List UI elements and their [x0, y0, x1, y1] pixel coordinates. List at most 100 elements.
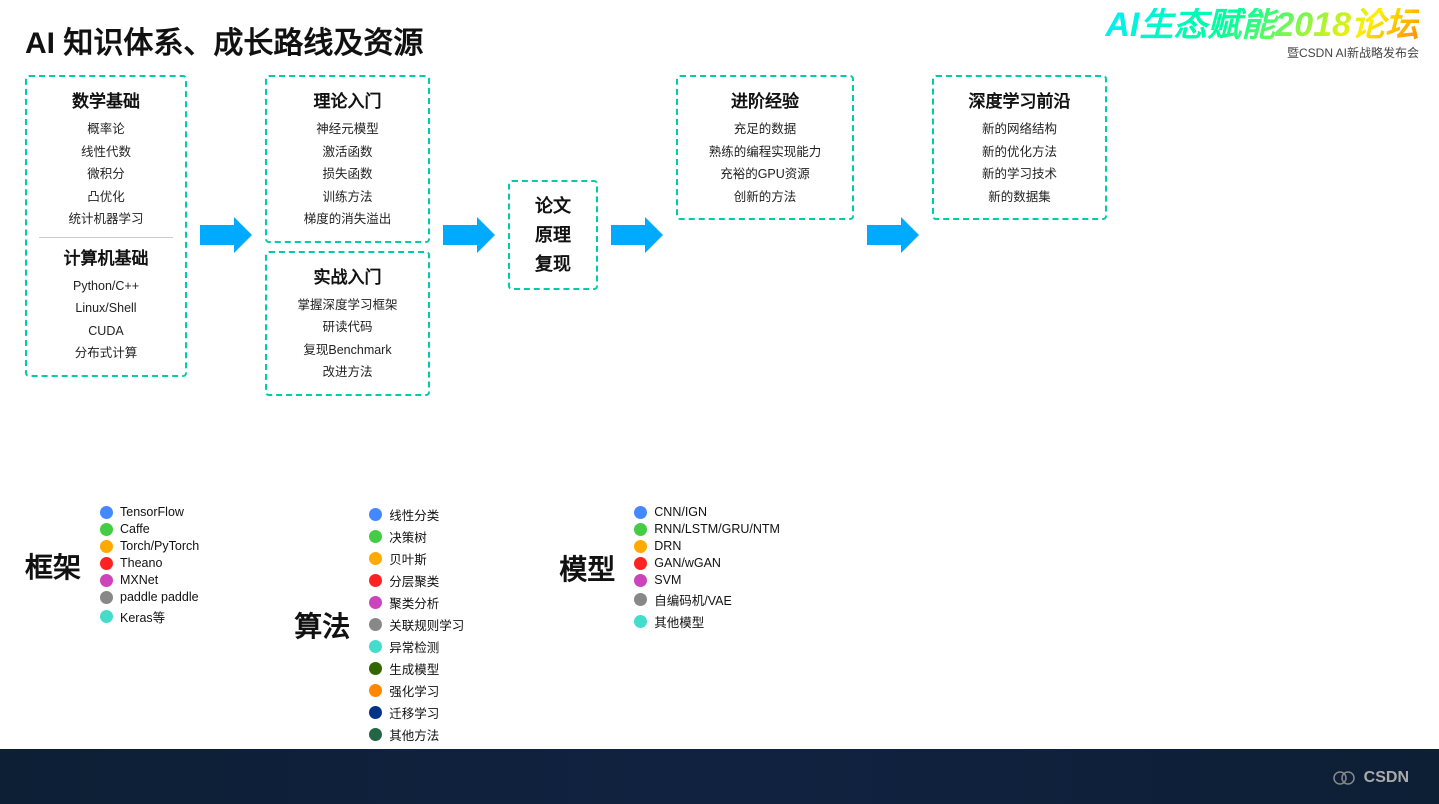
- arrow2-icon: [443, 217, 495, 253]
- dot-gen: [369, 662, 382, 675]
- page-title: AI 知识体系、成长路线及资源: [25, 18, 423, 62]
- dot-other-model: [634, 615, 647, 628]
- arrow1-icon: [200, 217, 252, 253]
- page-wrapper: AI 知识体系、成长路线及资源 AI生态赋能2018论坛 暨CSDN AI新战略…: [0, 0, 1439, 804]
- dot-theano: [100, 557, 113, 570]
- dot-cluster: [369, 574, 382, 587]
- deep-items: 新的网络结构新的优化方法新的学习技术新的数据集: [948, 118, 1091, 208]
- list-item: 关联规则学习: [369, 615, 464, 634]
- block-divider: [39, 237, 173, 238]
- deep-title: 深度学习前沿: [948, 87, 1091, 112]
- list-item: MXNet: [100, 573, 199, 587]
- left-block: 数学基础 概率论线性代数微积分凸优化统计机器学习 计算机基础 Python/C+…: [25, 75, 187, 377]
- advance-title: 进阶经验: [692, 87, 838, 112]
- dot-anomaly: [369, 640, 382, 653]
- list-item: DRN: [634, 539, 780, 553]
- flow-diagram: 数学基础 概率论线性代数微积分凸优化统计机器学习 计算机基础 Python/C+…: [25, 75, 1414, 396]
- list-item: SVM: [634, 573, 780, 587]
- dot-mxnet: [100, 574, 113, 587]
- advance-items: 充足的数据熟练的编程实现能力充裕的GPU资源创新的方法: [692, 118, 838, 208]
- arrow3: [606, 217, 668, 253]
- practical-title: 实战入门: [279, 263, 416, 288]
- theory-items: 神经元模型激活函数损失函数训练方法梯度的消失溢出: [279, 118, 416, 231]
- arrow4: [862, 217, 924, 253]
- list-item: TensorFlow: [100, 505, 199, 519]
- forum-sub: 暨CSDN AI新战略发布会: [1105, 44, 1419, 61]
- paper-box: 论文原理复现: [508, 180, 598, 290]
- list-item: Torch/PyTorch: [100, 539, 199, 553]
- dot-torch: [100, 540, 113, 553]
- dot-cnn: [634, 506, 647, 519]
- dot-tree: [369, 530, 382, 543]
- framework-title: 框架: [25, 546, 81, 586]
- mid-blocks: 理论入门 神经元模型激活函数损失函数训练方法梯度的消失溢出 实战入门 掌握深度学…: [265, 75, 430, 396]
- dot-tensorflow: [100, 506, 113, 519]
- list-item: Theano: [100, 556, 199, 570]
- model-items: CNN/IGN RNN/LSTM/GRU/NTM DRN GAN/wGAN SV…: [634, 505, 780, 631]
- math-title: 数学基础: [39, 87, 173, 112]
- dot-caffe: [100, 523, 113, 536]
- dot-paddle: [100, 591, 113, 604]
- list-item: Keras等: [100, 607, 199, 626]
- cs-items: Python/C++Linux/ShellCUDA分布式计算: [39, 275, 173, 365]
- practical-box: 实战入门 掌握深度学习框架研读代码复现Benchmark改进方法: [265, 251, 430, 396]
- csdn-text: CSDN: [1364, 769, 1409, 787]
- arrow2: [438, 217, 500, 253]
- list-item: 迁移学习: [369, 703, 464, 722]
- theory-box: 理论入门 神经元模型激活函数损失函数训练方法梯度的消失溢出: [265, 75, 430, 243]
- list-item: 自编码机/VAE: [634, 590, 780, 609]
- flow-row: 数学基础 概率论线性代数微积分凸优化统计机器学习 计算机基础 Python/C+…: [25, 75, 1414, 396]
- practical-items: 掌握深度学习框架研读代码复现Benchmark改进方法: [279, 294, 416, 384]
- csdn-icon: [1330, 764, 1358, 792]
- cs-title: 计算机基础: [39, 244, 173, 269]
- dot-keras: [100, 610, 113, 623]
- list-item: RNN/LSTM/GRU/NTM: [634, 522, 780, 536]
- list-item: 强化学习: [369, 681, 464, 700]
- dot-gan: [634, 557, 647, 570]
- dot-rnn: [634, 523, 647, 536]
- dot-cluster2: [369, 596, 382, 609]
- model-section: 模型 CNN/IGN RNN/LSTM/GRU/NTM DRN GAN/wGAN…: [559, 505, 780, 631]
- dot-svm: [634, 574, 647, 587]
- list-item: 聚类分析: [369, 593, 464, 612]
- dot-drn: [634, 540, 647, 553]
- algorithm-title: 算法: [294, 605, 350, 645]
- dot-assoc: [369, 618, 382, 631]
- legends-row: 框架 TensorFlow Caffe Torch/PyTorch Theano…: [25, 505, 1414, 744]
- list-item: 分层聚类: [369, 571, 464, 590]
- list-item: 决策树: [369, 527, 464, 546]
- dot-other: [369, 728, 382, 741]
- framework-section: 框架 TensorFlow Caffe Torch/PyTorch Theano…: [25, 505, 199, 626]
- algorithm-section: 算法 线性分类 决策树 贝叶斯 分层聚类 聚类分析 关联规则学习 异常检测 生成…: [294, 505, 464, 744]
- list-item: 线性分类: [369, 505, 464, 524]
- list-item: 贝叶斯: [369, 549, 464, 568]
- arrow3-icon: [611, 217, 663, 253]
- dot-linear: [369, 508, 382, 521]
- math-items: 概率论线性代数微积分凸优化统计机器学习: [39, 118, 173, 231]
- dot-bayes: [369, 552, 382, 565]
- arrow1: [195, 217, 257, 253]
- algorithm-items: 线性分类 决策树 贝叶斯 分层聚类 聚类分析 关联规则学习 异常检测 生成模型 …: [369, 505, 464, 744]
- forum-logo: AI生态赋能2018论坛 暨CSDN AI新战略发布会: [1105, 8, 1419, 61]
- theory-title: 理论入门: [279, 87, 416, 112]
- framework-items: TensorFlow Caffe Torch/PyTorch Theano MX…: [100, 505, 199, 626]
- deep-box: 深度学习前沿 新的网络结构新的优化方法新的学习技术新的数据集: [932, 75, 1107, 220]
- list-item: paddle paddle: [100, 590, 199, 604]
- dot-transfer: [369, 706, 382, 719]
- bottom-bar: [0, 749, 1439, 804]
- dot-rl: [369, 684, 382, 697]
- list-item: 异常检测: [369, 637, 464, 656]
- list-item: GAN/wGAN: [634, 556, 780, 570]
- arrow4-icon: [867, 217, 919, 253]
- list-item: 生成模型: [369, 659, 464, 678]
- list-item: 其他方法: [369, 725, 464, 744]
- list-item: 其他模型: [634, 612, 780, 631]
- advance-box: 进阶经验 充足的数据熟练的编程实现能力充裕的GPU资源创新的方法: [676, 75, 854, 220]
- paper-text: 论文原理复现: [535, 192, 571, 278]
- model-title: 模型: [559, 548, 615, 588]
- dot-ae: [634, 593, 647, 606]
- csdn-logo-area: CSDN: [1330, 764, 1409, 792]
- forum-title: AI生态赋能2018论坛: [1105, 8, 1419, 42]
- list-item: Caffe: [100, 522, 199, 536]
- list-item: CNN/IGN: [634, 505, 780, 519]
